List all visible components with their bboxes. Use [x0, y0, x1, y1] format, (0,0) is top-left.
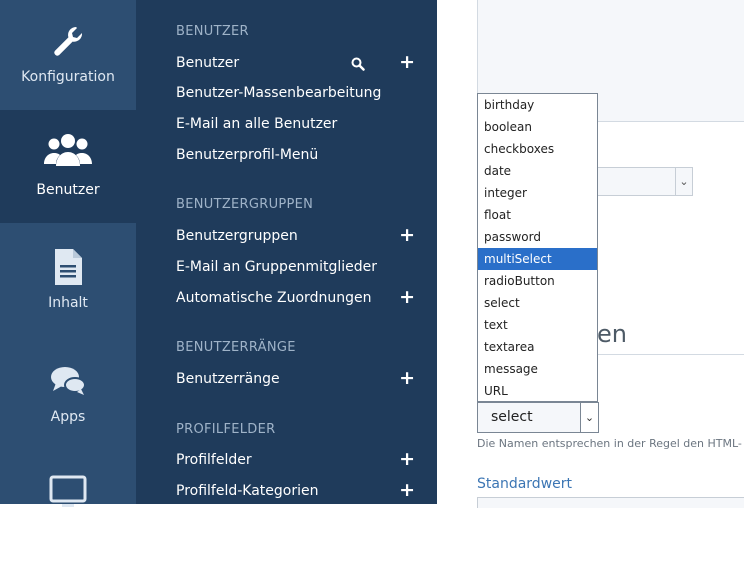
- subnav-item-benutzer[interactable]: Benutzer +: [176, 51, 437, 75]
- help-text: Die Namen entsprechen in der Regel den H…: [477, 437, 742, 450]
- subnav-item-label: Automatische Zuordnungen: [176, 290, 372, 306]
- select-value: select: [491, 409, 533, 425]
- option-radiobutton[interactable]: radioButton: [478, 270, 597, 292]
- users-icon: [0, 130, 136, 170]
- search-icon[interactable]: [351, 55, 365, 79]
- option-date[interactable]: date: [478, 160, 597, 182]
- option-textarea[interactable]: textarea: [478, 336, 597, 358]
- section-title: en: [597, 320, 627, 348]
- section-heading-benutzer: BENUTZER: [176, 24, 249, 39]
- option-url[interactable]: URL: [478, 380, 597, 402]
- field-type-select[interactable]: select ⌄: [477, 402, 599, 433]
- subnav-item-zuordnungen[interactable]: Automatische Zuordnungen +: [176, 286, 437, 310]
- option-integer[interactable]: integer: [478, 182, 597, 204]
- nav-item-5[interactable]: [0, 450, 136, 563]
- subnav-item-benutzerraenge[interactable]: Benutzerränge +: [176, 367, 437, 391]
- subnav-item-label: Benutzer-Massenbearbeitung: [176, 85, 382, 101]
- nav-label: Konfiguration: [21, 69, 115, 85]
- subnav-item-profilfeld-kategorien[interactable]: Profilfeld-Kategorien +: [176, 479, 437, 503]
- subnav-item-label: E-Mail an alle Benutzer: [176, 116, 338, 132]
- nav-label: Inhalt: [48, 295, 88, 311]
- default-value-input[interactable]: [477, 497, 744, 508]
- nav-inhalt[interactable]: Inhalt: [0, 223, 136, 336]
- background-select[interactable]: ⌄: [597, 167, 693, 196]
- nav-apps[interactable]: Apps: [0, 337, 136, 450]
- option-checkboxes[interactable]: checkboxes: [478, 138, 597, 160]
- chevron-down-icon: ⌄: [675, 168, 692, 195]
- subnav-item-label: E-Mail an Gruppenmitglieder: [176, 259, 377, 275]
- subnav-item-label: Benutzergruppen: [176, 228, 298, 244]
- nav-label: Apps: [50, 409, 86, 425]
- subnav-item-label: Benutzer: [176, 55, 240, 71]
- section-heading-benutzergruppen: BENUTZERGRUPPEN: [176, 197, 314, 212]
- field-type-dropdown[interactable]: birthday boolean checkboxes date integer…: [477, 93, 598, 402]
- users-subnav: BENUTZER Benutzer + Benutzer-Massenbearb…: [136, 0, 437, 504]
- add-icon[interactable]: +: [399, 286, 415, 308]
- monitor-icon: [0, 474, 136, 514]
- subnav-item-profil-menu[interactable]: Benutzerprofil-Menü: [176, 143, 437, 167]
- subnav-item-profilfelder[interactable]: Profilfelder +: [176, 448, 437, 472]
- option-boolean[interactable]: boolean: [478, 116, 597, 138]
- add-icon[interactable]: +: [399, 224, 415, 246]
- option-birthday[interactable]: birthday: [478, 94, 597, 116]
- nav-konfiguration[interactable]: Konfiguration: [0, 0, 136, 110]
- subnav-item-label: Profilfelder: [176, 452, 252, 468]
- option-float[interactable]: float: [478, 204, 597, 226]
- option-select[interactable]: select: [478, 292, 597, 314]
- section-heading-benutzerraenge: BENUTZERRÄNGE: [176, 340, 296, 355]
- document-icon: [0, 247, 136, 287]
- nav-benutzer[interactable]: Benutzer: [0, 110, 136, 223]
- add-icon[interactable]: +: [399, 479, 415, 501]
- main-nav-rail: Konfiguration Benutzer Inhalt Apps: [0, 0, 136, 507]
- option-password[interactable]: password: [478, 226, 597, 248]
- subnav-item-benutzergruppen[interactable]: Benutzergruppen +: [176, 224, 437, 248]
- subnav-item-email-gruppen[interactable]: E-Mail an Gruppenmitglieder: [176, 255, 437, 279]
- chevron-down-icon: ⌄: [580, 403, 598, 432]
- subnav-item-email-alle[interactable]: E-Mail an alle Benutzer: [176, 112, 437, 136]
- add-icon[interactable]: +: [399, 51, 415, 73]
- default-value-label: Standardwert: [477, 476, 572, 492]
- option-multiselect[interactable]: multiSelect: [478, 248, 597, 270]
- chat-icon: [0, 361, 136, 401]
- option-message[interactable]: message: [478, 358, 597, 380]
- subnav-item-label: Benutzerränge: [176, 371, 280, 387]
- add-icon[interactable]: +: [399, 367, 415, 389]
- nav-label: Benutzer: [36, 182, 100, 198]
- subnav-item-label: Profilfeld-Kategorien: [176, 483, 319, 499]
- section-heading-profilfelder: PROFILFELDER: [176, 422, 276, 437]
- subnav-item-label: Benutzerprofil-Menü: [176, 147, 319, 163]
- wrench-icon: [0, 21, 136, 61]
- add-icon[interactable]: +: [399, 448, 415, 470]
- subnav-item-massenbearbeitung[interactable]: Benutzer-Massenbearbeitung: [176, 81, 437, 105]
- option-text[interactable]: text: [478, 314, 597, 336]
